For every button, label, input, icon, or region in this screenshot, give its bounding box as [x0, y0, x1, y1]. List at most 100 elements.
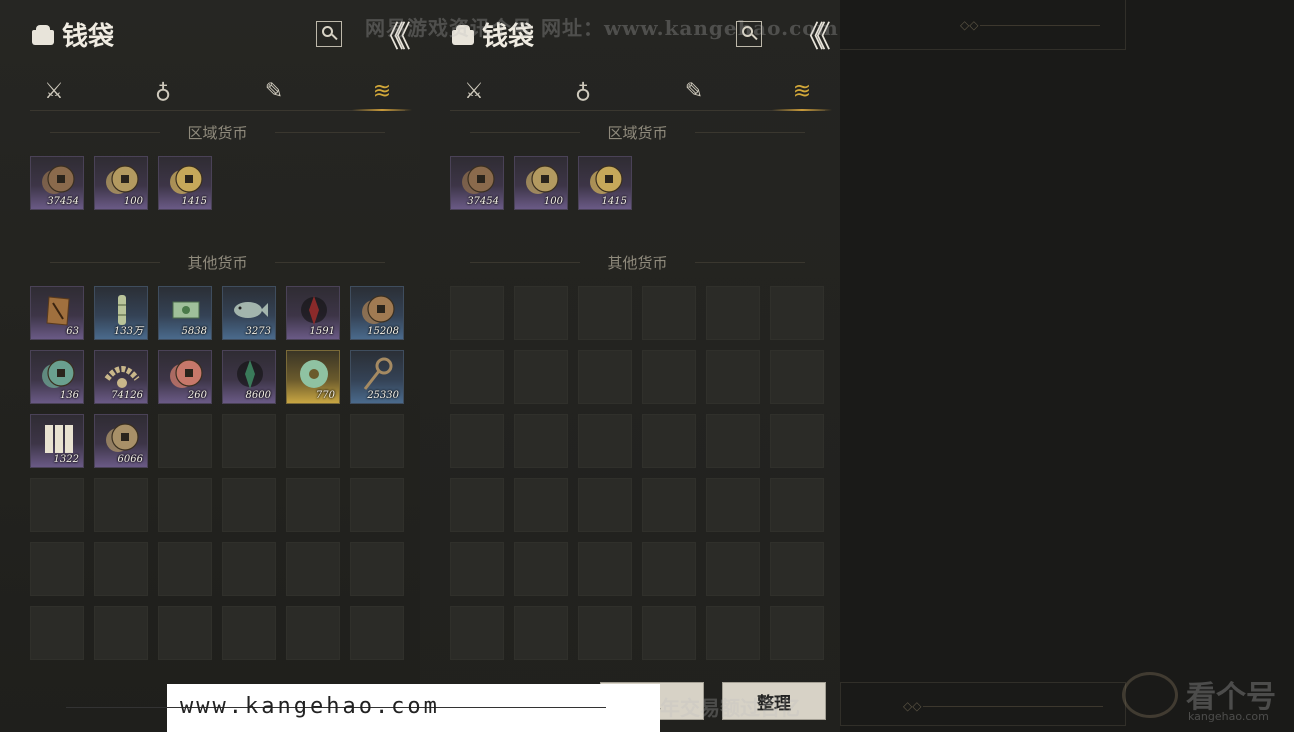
empty-slot[interactable]: [706, 478, 760, 532]
item-quantity: 6066: [117, 454, 143, 465]
empty-slot[interactable]: [770, 478, 824, 532]
item-quantity: 1415: [181, 196, 207, 207]
currency-item[interactable]: 63: [30, 286, 84, 340]
empty-slot[interactable]: [286, 478, 340, 532]
empty-slot[interactable]: [450, 286, 504, 340]
currency-item[interactable]: 133万: [94, 286, 148, 340]
tab-weapons[interactable]: ⚔: [454, 74, 494, 108]
empty-slot[interactable]: [350, 542, 404, 596]
empty-slot[interactable]: [706, 414, 760, 468]
currency-item[interactable]: 15208: [350, 286, 404, 340]
empty-slot[interactable]: [642, 286, 696, 340]
empty-slot[interactable]: [30, 478, 84, 532]
currency-item[interactable]: 25330: [350, 350, 404, 404]
empty-slot[interactable]: [770, 350, 824, 404]
empty-slot[interactable]: [514, 542, 568, 596]
currency-item[interactable]: 1322: [30, 414, 84, 468]
currency-item[interactable]: 37454: [30, 156, 84, 210]
empty-slot[interactable]: [770, 414, 824, 468]
currency-item[interactable]: 8600: [222, 350, 276, 404]
tab-scroll[interactable]: ✎: [674, 74, 714, 108]
empty-slot[interactable]: [450, 350, 504, 404]
empty-slot[interactable]: [94, 606, 148, 660]
item-quantity: 25330: [367, 390, 399, 401]
empty-slot[interactable]: [30, 542, 84, 596]
empty-slot[interactable]: [158, 542, 212, 596]
empty-slot[interactable]: [514, 350, 568, 404]
empty-slot[interactable]: [514, 286, 568, 340]
empty-slot[interactable]: [222, 606, 276, 660]
empty-slot[interactable]: [706, 286, 760, 340]
pouch-icon: ♁: [574, 78, 592, 104]
empty-slot[interactable]: [450, 414, 504, 468]
empty-slot[interactable]: [158, 606, 212, 660]
tab-scroll[interactable]: ✎: [254, 74, 294, 108]
empty-slot[interactable]: [770, 286, 824, 340]
empty-slot[interactable]: [222, 478, 276, 532]
empty-slot[interactable]: [578, 414, 632, 468]
empty-slot[interactable]: [578, 606, 632, 660]
empty-slot[interactable]: [642, 478, 696, 532]
search-button[interactable]: [316, 21, 342, 47]
empty-slot[interactable]: [706, 350, 760, 404]
empty-slot[interactable]: [350, 606, 404, 660]
currency-item[interactable]: 260: [158, 350, 212, 404]
tab-currency[interactable]: ≋: [782, 74, 822, 108]
crossed-swords-icon: ⚔: [44, 78, 64, 104]
active-tab-indicator: [352, 109, 412, 111]
empty-slot[interactable]: [94, 542, 148, 596]
empty-slot[interactable]: [514, 414, 568, 468]
empty-slot[interactable]: [94, 478, 148, 532]
tab-currency[interactable]: ≋: [362, 74, 402, 108]
currency-item[interactable]: 5838: [158, 286, 212, 340]
empty-slot[interactable]: [286, 542, 340, 596]
currency-item[interactable]: 6066: [94, 414, 148, 468]
empty-slot[interactable]: [514, 606, 568, 660]
note-icon: [172, 301, 200, 319]
empty-slot[interactable]: [578, 350, 632, 404]
item-quantity: 3273: [245, 326, 271, 337]
empty-slot[interactable]: [222, 542, 276, 596]
shard-icon: [237, 360, 263, 389]
empty-slot[interactable]: [350, 414, 404, 468]
tab-pouch[interactable]: ♁: [563, 74, 603, 108]
empty-slot[interactable]: [158, 478, 212, 532]
empty-slot[interactable]: [350, 478, 404, 532]
currency-item[interactable]: 1415: [578, 156, 632, 210]
empty-slot[interactable]: [642, 414, 696, 468]
item-quantity: 74126: [111, 390, 143, 401]
currency-item[interactable]: 100: [94, 156, 148, 210]
empty-slot[interactable]: [222, 414, 276, 468]
currency-item[interactable]: 1591: [286, 286, 340, 340]
tab-pouch[interactable]: ♁: [143, 74, 183, 108]
item-quantity: 37454: [47, 196, 79, 207]
empty-slot[interactable]: [578, 542, 632, 596]
currency-item[interactable]: 3273: [222, 286, 276, 340]
empty-slot[interactable]: [770, 542, 824, 596]
empty-slot[interactable]: [158, 414, 212, 468]
bottom-frame: [840, 682, 1126, 726]
empty-slot[interactable]: [578, 478, 632, 532]
empty-slot[interactable]: [30, 606, 84, 660]
empty-slot[interactable]: [706, 542, 760, 596]
empty-slot[interactable]: [450, 478, 504, 532]
currency-item[interactable]: 100: [514, 156, 568, 210]
empty-slot[interactable]: [578, 286, 632, 340]
empty-slot[interactable]: [286, 414, 340, 468]
currency-item[interactable]: 1415: [158, 156, 212, 210]
empty-slot[interactable]: [514, 478, 568, 532]
currency-item[interactable]: 770: [286, 350, 340, 404]
empty-slot[interactable]: [706, 606, 760, 660]
ornament-top-line: [980, 25, 1100, 26]
currency-item[interactable]: 74126: [94, 350, 148, 404]
empty-slot[interactable]: [642, 606, 696, 660]
empty-slot[interactable]: [642, 350, 696, 404]
empty-slot[interactable]: [286, 606, 340, 660]
empty-slot[interactable]: [450, 606, 504, 660]
empty-slot[interactable]: [450, 542, 504, 596]
currency-item[interactable]: 136: [30, 350, 84, 404]
empty-slot[interactable]: [770, 606, 824, 660]
empty-slot[interactable]: [642, 542, 696, 596]
currency-item[interactable]: 37454: [450, 156, 504, 210]
tab-weapons[interactable]: ⚔: [34, 74, 74, 108]
